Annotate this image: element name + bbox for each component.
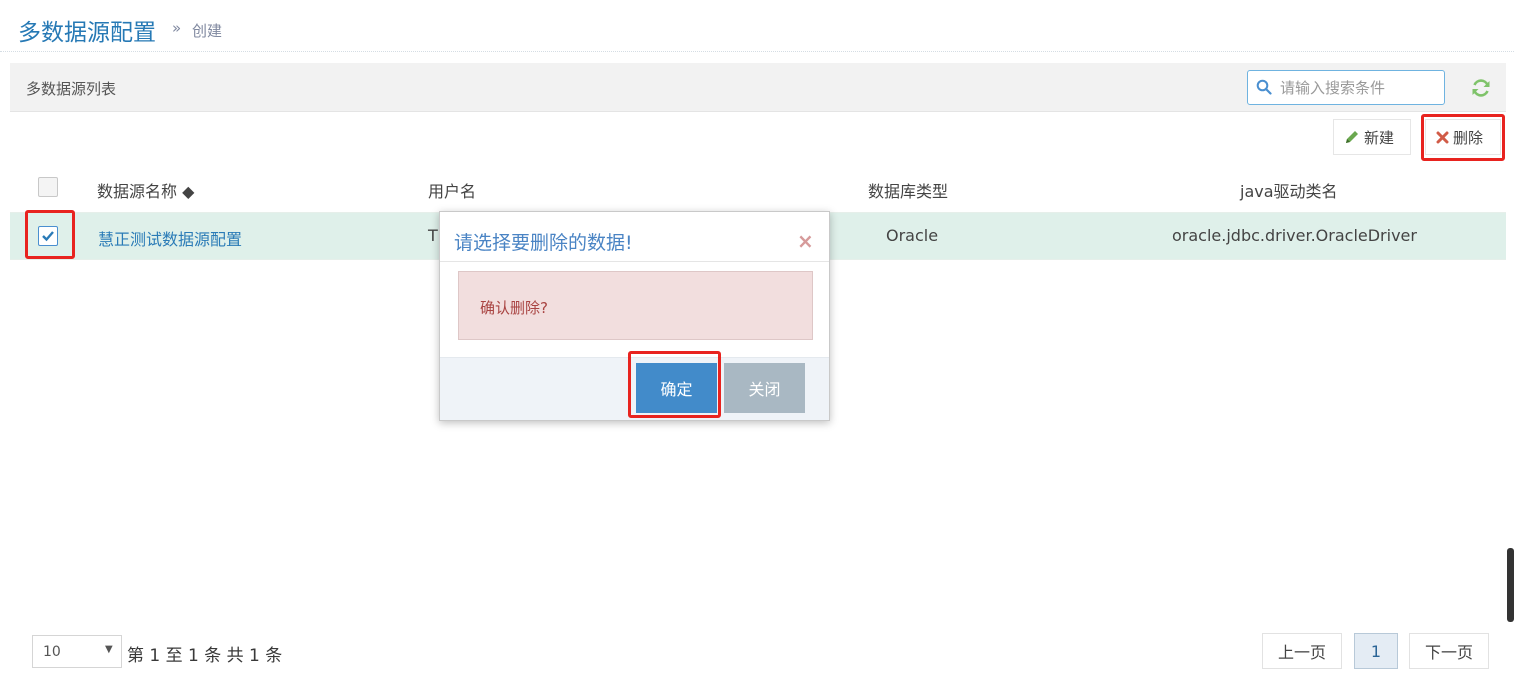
- column-header-db-type: 数据库类型: [868, 182, 949, 201]
- next-page-button[interactable]: 下一页: [1409, 633, 1489, 669]
- page-length-select[interactable]: 10 ▼: [32, 635, 122, 668]
- confirm-button[interactable]: 确定: [636, 363, 717, 413]
- close-button[interactable]: 关闭: [724, 363, 805, 413]
- search-icon: [1256, 79, 1272, 95]
- row-username: T: [428, 226, 438, 245]
- close-icon: [1436, 131, 1449, 143]
- check-icon: [42, 231, 54, 242]
- breadcrumb: 创建: [192, 22, 223, 40]
- page-length-value: 10: [43, 644, 61, 660]
- search-input[interactable]: [1280, 77, 1440, 99]
- breadcrumb-separator: »: [172, 19, 182, 37]
- dialog-alert: 确认删除?: [458, 271, 813, 340]
- pagination-info: 第 1 至 1 条 共 1 条: [127, 646, 283, 666]
- dialog-title: 请选择要删除的数据!: [454, 232, 633, 254]
- delete-button[interactable]: 删除: [1425, 119, 1501, 155]
- current-page-button[interactable]: 1: [1354, 633, 1398, 669]
- dialog-footer: 确定 关闭: [440, 357, 829, 420]
- column-header-username: 用户名: [428, 182, 477, 201]
- column-header-driver: java驱动类名: [1240, 182, 1338, 201]
- row-db-type: Oracle: [886, 226, 939, 245]
- widget-title: 多数据源列表: [26, 80, 117, 98]
- row-checkbox[interactable]: [38, 226, 58, 246]
- scrollbar-thumb[interactable]: [1507, 548, 1514, 622]
- dialog-message: 确认删除?: [480, 299, 548, 317]
- delete-button-label: 删除: [1453, 128, 1484, 147]
- page-header: 多数据源配置 » 创建: [0, 0, 1514, 52]
- widget-header: 多数据源列表: [10, 63, 1506, 112]
- page-title: 多数据源配置: [18, 20, 156, 46]
- new-button-label: 新建: [1364, 128, 1395, 147]
- search-box[interactable]: [1247, 70, 1445, 105]
- delete-confirm-dialog: 请选择要删除的数据! × 确认删除? 确定 关闭: [439, 211, 830, 421]
- dialog-divider: [440, 261, 829, 262]
- prev-page-button[interactable]: 上一页: [1262, 633, 1342, 669]
- pencil-icon: [1346, 131, 1358, 143]
- column-header-name[interactable]: 数据源名称 ◆: [97, 178, 194, 202]
- refresh-icon[interactable]: [1470, 77, 1492, 99]
- select-all-checkbox[interactable]: [38, 177, 58, 197]
- dialog-close-icon[interactable]: ×: [797, 229, 814, 253]
- new-button[interactable]: 新建: [1333, 119, 1411, 155]
- row-driver: oracle.jdbc.driver.OracleDriver: [1172, 226, 1417, 245]
- row-name-link[interactable]: 慧正测试数据源配置: [98, 226, 242, 250]
- chevron-down-icon: ▼: [105, 644, 113, 655]
